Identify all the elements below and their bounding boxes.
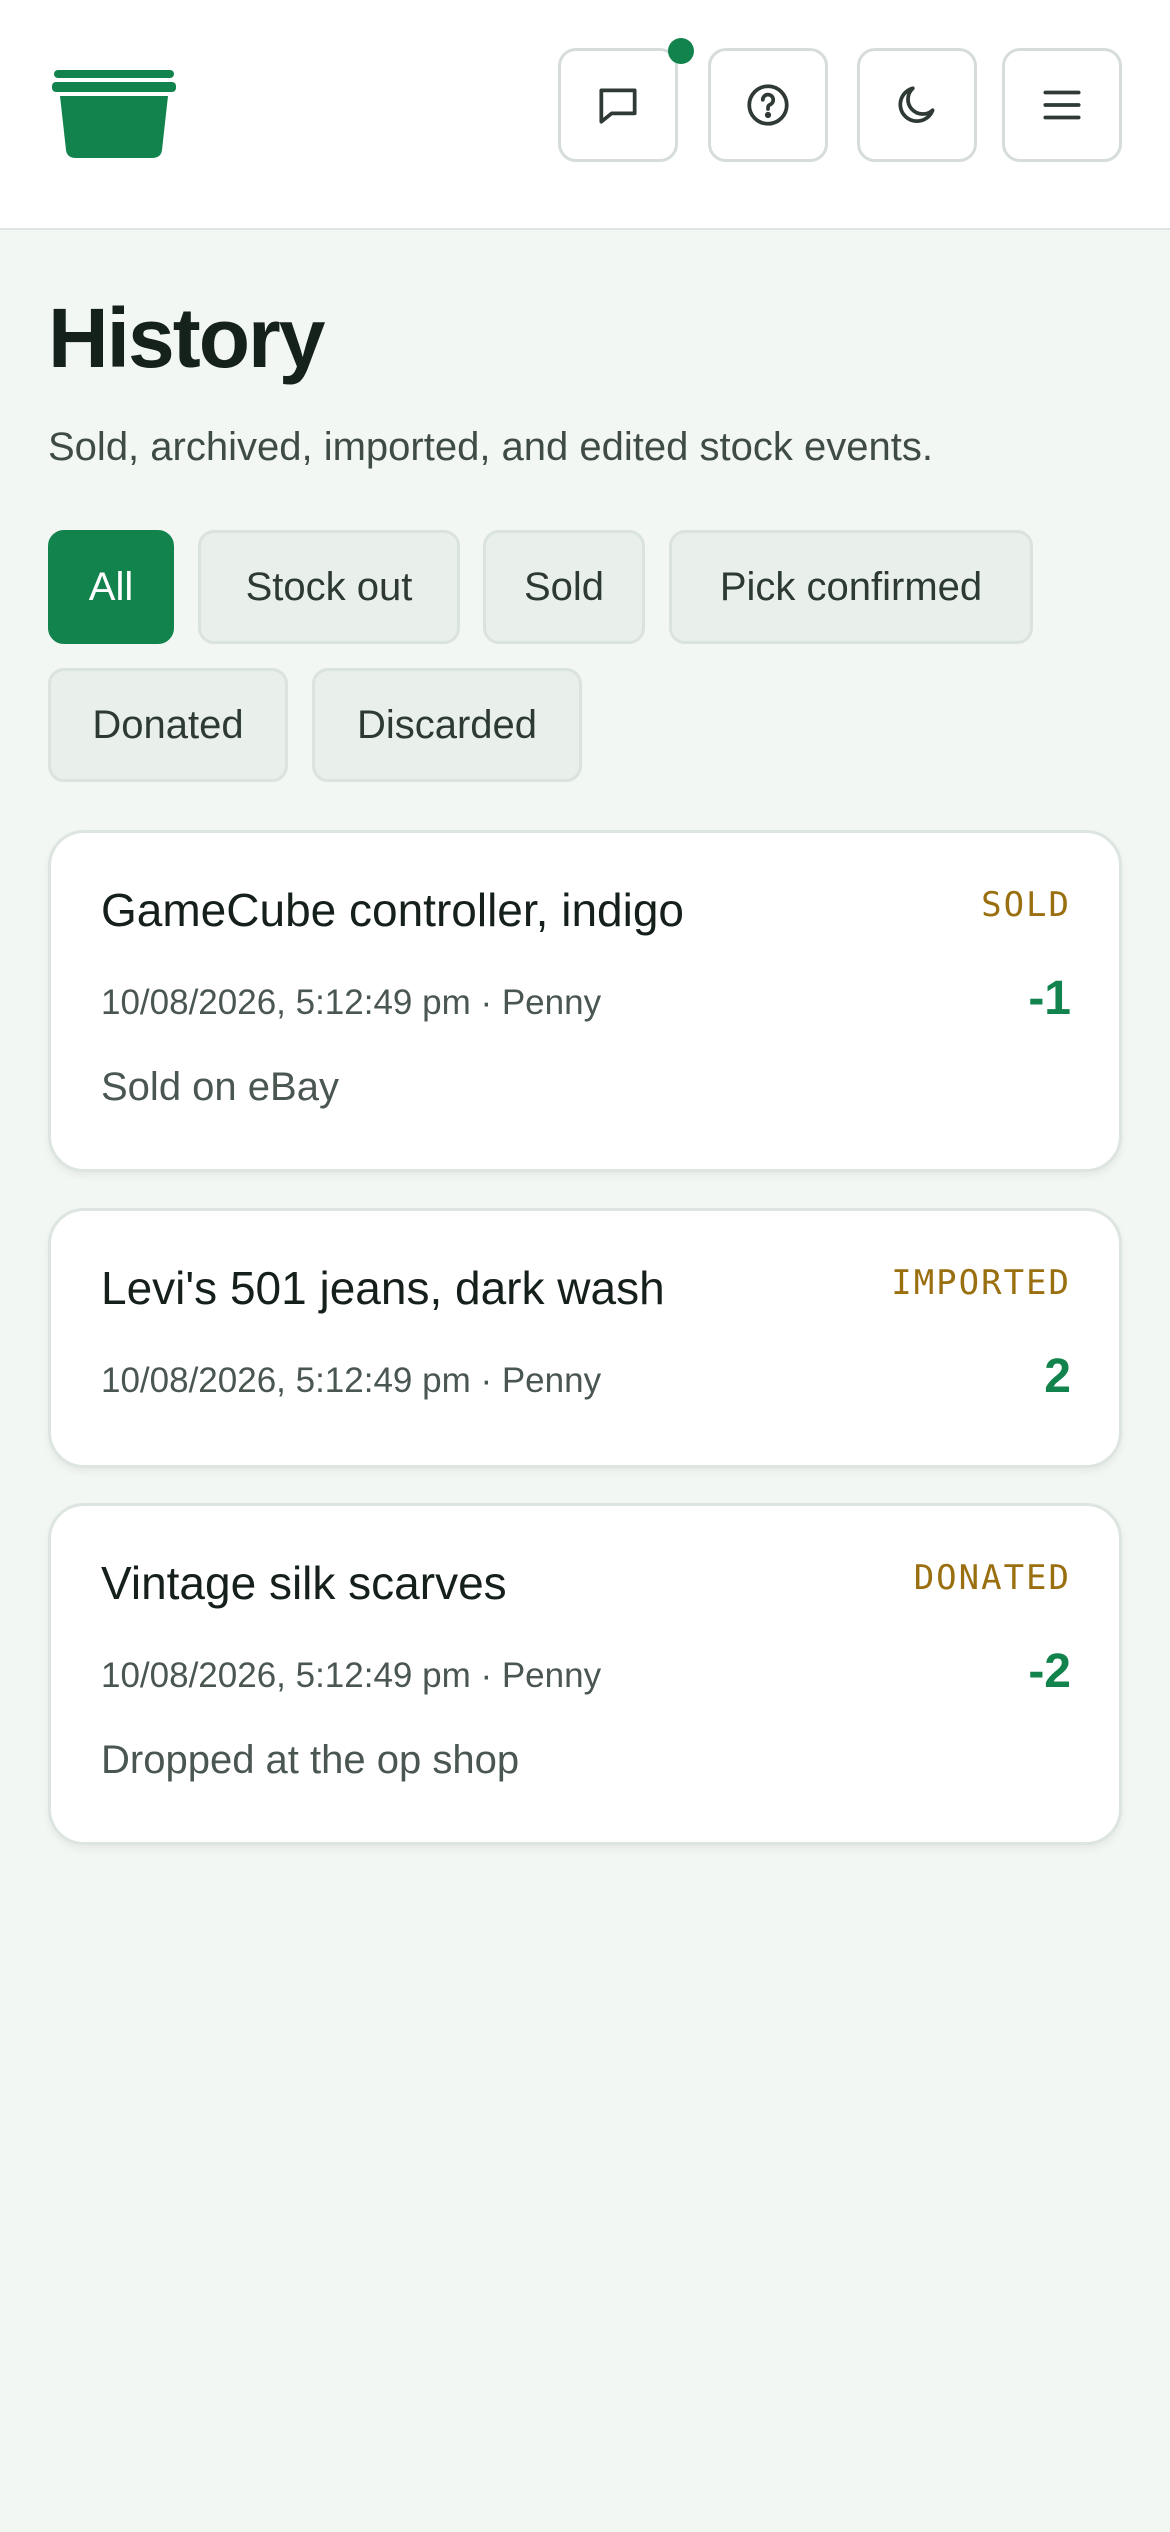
event-item-name: Vintage silk scarves: [101, 1557, 507, 1609]
history-event-card[interactable]: GameCube controller, indigo SOLD 10/08/2…: [48, 830, 1122, 1172]
help-icon: [747, 84, 789, 126]
filter-chip-stock-out[interactable]: Stock out: [198, 530, 460, 644]
event-type-badge: DONATED: [913, 1558, 1071, 1598]
messages-button[interactable]: [558, 48, 678, 162]
filter-chip-pick-confirmed[interactable]: Pick confirmed: [669, 530, 1033, 644]
event-quantity-change: -1: [1028, 972, 1071, 1025]
filter-chip-discarded[interactable]: Discarded: [312, 668, 582, 782]
storage-bin-logo[interactable]: [52, 70, 176, 158]
menu-icon: [1043, 90, 1081, 120]
event-item-name: Levi's 501 jeans, dark wash: [101, 1262, 665, 1314]
event-type-badge: SOLD: [981, 885, 1071, 925]
menu-button[interactable]: [1002, 48, 1122, 162]
event-timestamp-user: 10/08/2026, 5:12:49 pm · Penny: [101, 983, 602, 1022]
help-button[interactable]: [708, 48, 828, 162]
app-header: [0, 0, 1170, 230]
event-timestamp-user: 10/08/2026, 5:12:49 pm · Penny: [101, 1361, 602, 1400]
event-type-badge: IMPORTED: [891, 1263, 1071, 1303]
event-note: Dropped at the op shop: [101, 1738, 520, 1782]
page-subtitle: Sold, archived, imported, and edited sto…: [48, 425, 933, 469]
page-title: History: [48, 291, 325, 385]
filter-chip-all[interactable]: All: [48, 530, 174, 644]
history-event-card[interactable]: Vintage silk scarves DONATED 10/08/2026,…: [48, 1503, 1122, 1845]
event-note: Sold on eBay: [101, 1065, 339, 1109]
event-quantity-change: -2: [1028, 1645, 1071, 1698]
theme-toggle-button[interactable]: [857, 48, 977, 162]
filter-chip-sold[interactable]: Sold: [483, 530, 645, 644]
event-timestamp-user: 10/08/2026, 5:12:49 pm · Penny: [101, 1656, 602, 1695]
event-quantity-change: 2: [1044, 1350, 1071, 1403]
event-item-name: GameCube controller, indigo: [101, 884, 684, 936]
filter-chip-donated[interactable]: Donated: [48, 668, 288, 782]
chat-icon: [599, 88, 637, 124]
moon-icon: [898, 86, 935, 123]
notification-dot: [668, 38, 694, 64]
history-event-card[interactable]: Levi's 501 jeans, dark wash IMPORTED 10/…: [48, 1208, 1122, 1468]
